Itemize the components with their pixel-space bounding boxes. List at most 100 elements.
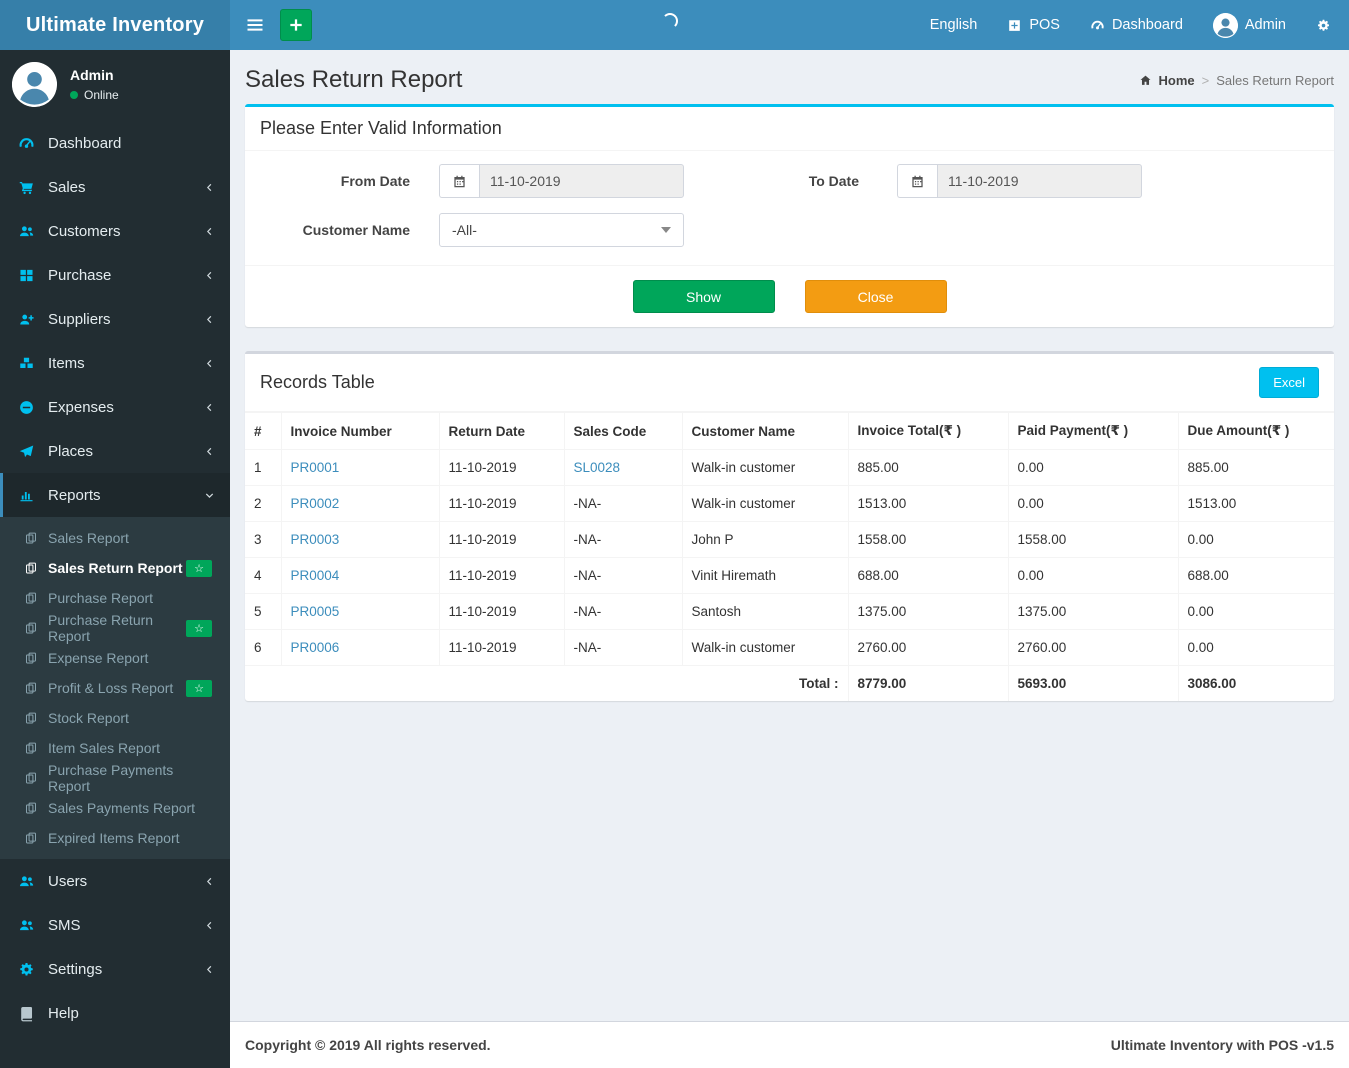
new-badge: ☆ bbox=[186, 619, 212, 637]
sidebar-item-expenses[interactable]: Expenses bbox=[0, 385, 230, 429]
filter-box-body: From Date To Date Customer Name bbox=[245, 151, 1334, 265]
calendar-icon[interactable] bbox=[439, 164, 479, 198]
tachometer-icon bbox=[1090, 18, 1105, 33]
submenu-item-label: Sales Return Report bbox=[48, 560, 183, 576]
sidebar: Admin Online Dashboard Sales Customers Purc… bbox=[0, 50, 230, 1068]
cell-row-number: 5 bbox=[245, 593, 282, 630]
submenu-item-sales-return-report[interactable]: Sales Return Report ☆ bbox=[0, 553, 230, 583]
cell-due-amount: 0.00 bbox=[1177, 521, 1334, 558]
pos-link[interactable]: POS bbox=[1007, 17, 1060, 33]
brand-logo[interactable]: Ultimate Inventory bbox=[0, 0, 230, 50]
sidebar-item-suppliers[interactable]: Suppliers bbox=[0, 297, 230, 341]
show-button[interactable]: Show bbox=[632, 280, 775, 313]
to-date-input[interactable] bbox=[937, 164, 1142, 198]
sidebar-item-dashboard[interactable]: Dashboard bbox=[0, 121, 230, 165]
submenu-item-label: Expired Items Report bbox=[48, 830, 180, 846]
submenu-item-expense-report[interactable]: Expense Report bbox=[0, 643, 230, 673]
breadcrumb-home-link[interactable]: Home bbox=[1159, 73, 1195, 88]
invoice-link[interactable]: PR0005 bbox=[291, 604, 340, 619]
sidebar-item-sales[interactable]: Sales bbox=[0, 165, 230, 209]
close-button[interactable]: Close bbox=[804, 280, 947, 313]
cell-customer-name: Walk-in customer bbox=[681, 449, 849, 486]
records-table: # Invoice Number Return Date Sales Code Cust… bbox=[245, 412, 1334, 701]
sidebar-item-sms[interactable]: SMS bbox=[0, 903, 230, 947]
invoice-link[interactable]: PR0003 bbox=[291, 532, 340, 547]
column-header: Sales Code bbox=[563, 412, 683, 450]
th-large-icon bbox=[18, 267, 35, 284]
submenu-item-sales-report[interactable]: Sales Report bbox=[0, 523, 230, 553]
new-badge: ☆ bbox=[186, 679, 212, 697]
customer-select[interactable]: -All- bbox=[439, 213, 684, 247]
cell-customer-name: John P bbox=[681, 521, 849, 558]
cell-invoice-number: PR0003 bbox=[280, 521, 440, 558]
sidebar-item-customers[interactable]: Customers bbox=[0, 209, 230, 253]
cell-customer-name: Vinit Hiremath bbox=[681, 557, 849, 594]
caret-down-icon bbox=[661, 227, 671, 233]
from-date-label: From Date bbox=[340, 173, 410, 189]
sidebar-item-places[interactable]: Places bbox=[0, 429, 230, 473]
users-icon bbox=[18, 873, 35, 890]
sidebar-item-settings[interactable]: Settings bbox=[0, 947, 230, 991]
submenu-item-expired-items-report[interactable]: Expired Items Report bbox=[0, 823, 230, 853]
sidebar-item-users[interactable]: Users bbox=[0, 859, 230, 903]
submenu-item-purchase-return-report[interactable]: Purchase Return Report ☆ bbox=[0, 612, 230, 644]
navbar-left bbox=[230, 9, 312, 41]
copy-icon bbox=[24, 741, 38, 755]
column-header: Paid Payment(₹ ) bbox=[1007, 412, 1179, 450]
copy-icon bbox=[24, 531, 38, 545]
sidebar-item-label: Dashboard bbox=[48, 134, 122, 152]
dashboard-link[interactable]: Dashboard bbox=[1090, 17, 1183, 33]
content-wrapper: Sales Return Report Home > Sales Return … bbox=[230, 50, 1349, 1068]
cell-invoice-number: PR0004 bbox=[280, 557, 440, 594]
submenu-item-profit-loss-report[interactable]: Profit & Loss Report ☆ bbox=[0, 673, 230, 703]
sidebar-item-label: Sales bbox=[48, 178, 86, 196]
cell-invoice-total: 688.00 bbox=[847, 557, 1009, 594]
top-navbar: Ultimate Inventory English POS Dashboard bbox=[0, 0, 1349, 50]
sidebar-item-label: Items bbox=[48, 354, 85, 372]
sidebar-item-help[interactable]: Help bbox=[0, 991, 230, 1035]
calendar-icon[interactable] bbox=[897, 164, 937, 198]
page-footer: Copyright © 2019 All rights reserved. Ul… bbox=[230, 1021, 1349, 1068]
cell-invoice-total: 885.00 bbox=[847, 449, 1009, 486]
sidebar-item-label: Expenses bbox=[48, 398, 114, 416]
cell-return-date: 11-10-2019 bbox=[438, 557, 565, 594]
cubes-icon bbox=[18, 355, 35, 372]
submenu-item-label: Expense Report bbox=[48, 650, 149, 666]
copy-icon bbox=[24, 681, 38, 695]
from-date-input[interactable] bbox=[479, 164, 684, 198]
sidebar-item-items[interactable]: Items bbox=[0, 341, 230, 385]
sidebar-toggle-icon[interactable] bbox=[243, 15, 267, 35]
navbar-right: English POS Dashboard Admin bbox=[930, 12, 1349, 38]
from-date-group bbox=[439, 164, 684, 198]
submenu-item-purchase-payments-report[interactable]: Purchase Payments Report bbox=[0, 762, 230, 794]
submenu-item-purchase-report[interactable]: Purchase Report bbox=[0, 583, 230, 613]
users-icon bbox=[18, 917, 35, 934]
cell-customer-name: Santosh bbox=[681, 593, 849, 630]
sidebar-item-label: SMS bbox=[48, 916, 81, 934]
quick-add-button[interactable] bbox=[280, 9, 312, 41]
cell-paid-payment: 0.00 bbox=[1007, 485, 1179, 522]
invoice-link[interactable]: PR0006 bbox=[291, 640, 340, 655]
submenu-item-stock-report[interactable]: Stock Report bbox=[0, 703, 230, 733]
cell-invoice-total: 1513.00 bbox=[847, 485, 1009, 522]
invoice-link[interactable]: PR0001 bbox=[291, 460, 340, 475]
submenu-item-sales-payments-report[interactable]: Sales Payments Report bbox=[0, 793, 230, 823]
cell-row-number: 3 bbox=[245, 521, 282, 558]
submenu-item-item-sales-report[interactable]: Item Sales Report bbox=[0, 733, 230, 763]
sidebar-item-reports[interactable]: Reports bbox=[0, 473, 230, 517]
submenu-item-label: Profit & Loss Report bbox=[48, 680, 174, 696]
sales-code-link[interactable]: SL0028 bbox=[574, 460, 621, 475]
user-menu[interactable]: Admin bbox=[1212, 12, 1286, 38]
excel-export-button[interactable]: Excel bbox=[1259, 367, 1319, 398]
total-label: Total : bbox=[245, 665, 849, 701]
settings-menu[interactable] bbox=[1316, 18, 1331, 33]
user-plus-icon bbox=[18, 311, 35, 328]
copy-icon bbox=[24, 651, 38, 665]
invoice-link[interactable]: PR0002 bbox=[291, 496, 340, 511]
column-header: Customer Name bbox=[681, 412, 849, 450]
language-menu[interactable]: English bbox=[930, 17, 978, 33]
chevron-left-icon bbox=[204, 182, 215, 193]
sidebar-item-purchase[interactable]: Purchase bbox=[0, 253, 230, 297]
minus-circle-icon bbox=[18, 399, 35, 416]
invoice-link[interactable]: PR0004 bbox=[291, 568, 340, 583]
